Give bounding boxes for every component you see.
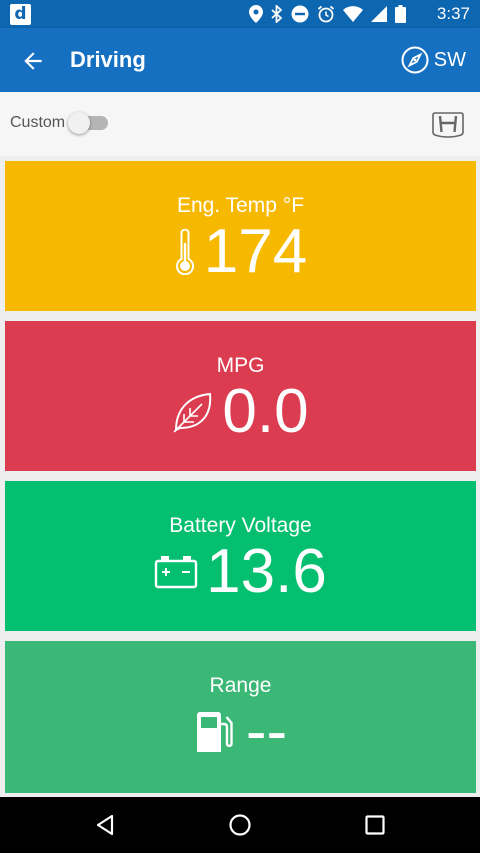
back-arrow-icon[interactable] <box>20 48 46 74</box>
compass-indicator: SW <box>401 46 466 74</box>
battery-voltage-card: Battery Voltage 13.6 <box>5 481 476 631</box>
card-value: 0.0 <box>222 377 309 446</box>
leaf-icon <box>173 392 212 433</box>
card-value-row: -- <box>5 701 476 763</box>
honda-logo-icon <box>432 112 464 138</box>
page-title: Driving <box>70 47 146 72</box>
signal-icon <box>371 6 387 22</box>
home-nav-icon[interactable] <box>228 813 252 837</box>
compass-icon <box>401 46 429 74</box>
custom-toggle-knob <box>68 112 90 134</box>
custom-label: Custom <box>10 114 66 131</box>
status-icons <box>249 5 406 23</box>
navigation-bar <box>0 797 480 853</box>
alarm-icon <box>317 5 335 23</box>
range-card: Range -- <box>5 641 476 793</box>
battery-icon <box>154 556 198 589</box>
custom-toggle[interactable] <box>68 112 108 134</box>
card-label: MPG <box>216 354 265 377</box>
card-label: Battery Voltage <box>169 514 312 537</box>
mpg-card: MPG 0.0 <box>5 321 476 471</box>
card-value: -- <box>245 697 288 766</box>
battery-status-icon <box>395 5 406 23</box>
compass-heading: SW <box>433 49 466 71</box>
wifi-icon <box>343 6 363 22</box>
bluetooth-icon <box>271 5 283 23</box>
card-label: Eng. Temp °F <box>176 194 305 217</box>
app-notification-icon: d <box>10 4 31 25</box>
recents-nav-icon[interactable] <box>363 813 387 837</box>
fuel-pump-icon <box>196 712 233 752</box>
thermometer-icon <box>175 229 194 275</box>
engine-temp-card: Eng. Temp °F 174 <box>5 161 476 311</box>
do-not-disturb-icon <box>291 5 309 23</box>
card-value-row: 13.6 <box>5 541 476 603</box>
card-value-row: 0.0 <box>5 381 476 443</box>
card-value-row: 174 <box>5 221 476 283</box>
card-value: 174 <box>203 217 308 286</box>
status-bar: d 3:37 <box>0 0 480 28</box>
back-nav-icon[interactable] <box>93 813 117 837</box>
card-label: Range <box>209 674 272 697</box>
card-value: 13.6 <box>206 537 327 606</box>
status-time: 3:37 <box>436 4 470 23</box>
location-icon <box>249 5 263 23</box>
app-bar: Driving SW <box>0 28 480 92</box>
toolbar: Custom <box>0 92 480 156</box>
